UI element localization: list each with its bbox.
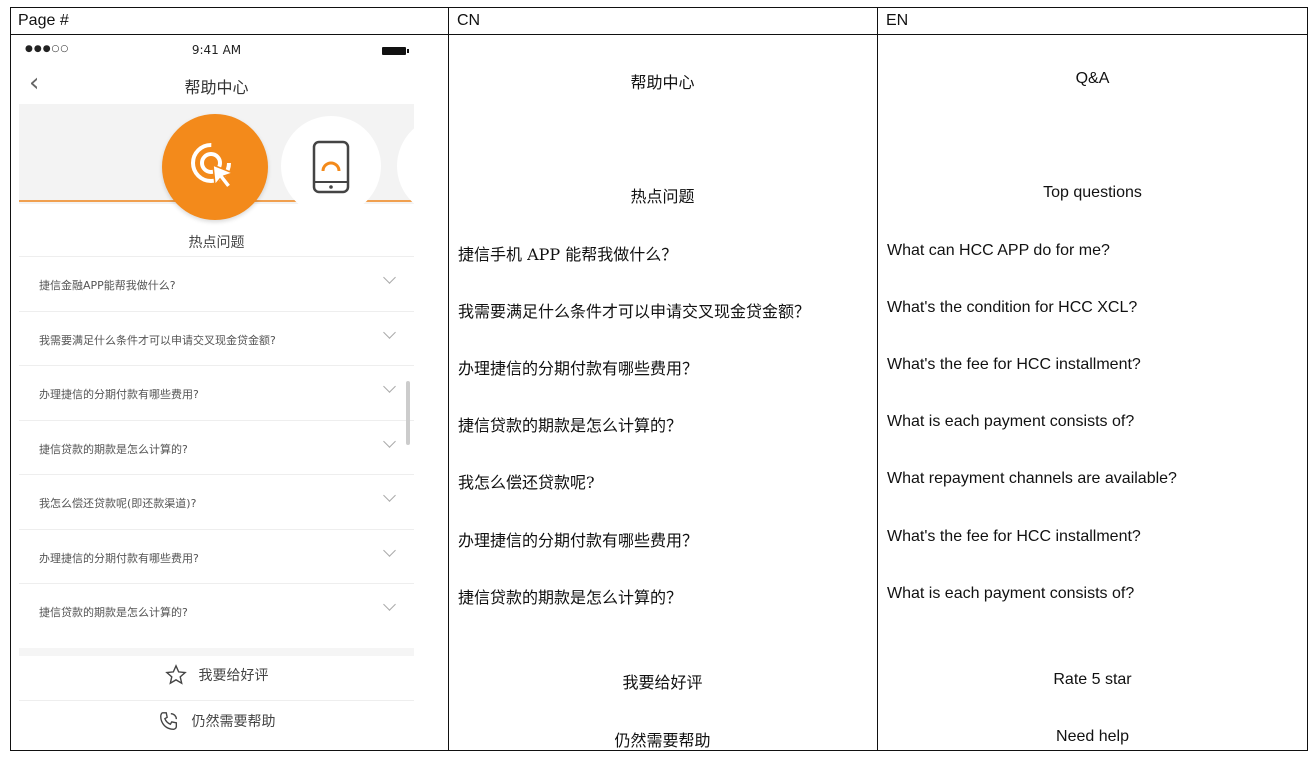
chevron-down-icon bbox=[383, 380, 396, 393]
status-bar: ●●●○○ 9:41 AM bbox=[19, 40, 414, 62]
en-question: What is each payment consists of? bbox=[887, 585, 1135, 602]
faq-question: 我需要满足什么条件才可以申请交叉现金贷金额? bbox=[39, 333, 276, 347]
star-icon bbox=[164, 664, 187, 685]
faq-item[interactable]: 我需要满足什么条件才可以申请交叉现金贷金额? bbox=[19, 310, 414, 366]
faq-question: 我怎么偿还贷款呢(即还款渠道)? bbox=[39, 497, 197, 510]
faq-item[interactable]: 捷信贷款的期款是怎么计算的? bbox=[19, 419, 414, 475]
footer-divider bbox=[19, 700, 414, 701]
category-app-button[interactable] bbox=[281, 116, 381, 216]
column-divider-1 bbox=[448, 7, 449, 751]
chevron-down-icon bbox=[383, 598, 396, 611]
faq-item[interactable]: 捷信贷款的期款是怎么计算的? bbox=[19, 583, 414, 638]
cn-question: 我需要满足什么条件才可以申请交叉现金贷金额？ bbox=[458, 302, 811, 321]
en-rate: Rate 5 star bbox=[1053, 671, 1132, 688]
phone-call-icon bbox=[159, 712, 177, 730]
column-divider-2 bbox=[877, 7, 878, 751]
category-hot-button[interactable] bbox=[162, 114, 268, 220]
footer-separator bbox=[19, 648, 414, 656]
section-title: 热点问题 bbox=[188, 235, 245, 251]
faq-list: 捷信金融APP能帮我做什么? 我需要满足什么条件才可以申请交叉现金贷金额? 办理… bbox=[19, 256, 414, 638]
en-question: What's the fee for HCC installment? bbox=[887, 528, 1141, 545]
chevron-down-icon bbox=[383, 271, 396, 284]
chevron-down-icon bbox=[383, 434, 396, 448]
help-label: 仍然需要帮助 bbox=[191, 714, 276, 730]
nav-bar: ‹ 帮助中心 bbox=[19, 62, 414, 104]
en-title: Q&A bbox=[1075, 70, 1110, 87]
faq-question: 办理捷信的分期付款有哪些费用? bbox=[39, 388, 199, 401]
cn-question: 办理捷信的分期付款有哪些费用？ bbox=[458, 531, 699, 550]
chevron-down-icon bbox=[383, 489, 396, 502]
help-button[interactable]: 仍然需要帮助 bbox=[19, 710, 414, 732]
phone-gauge-icon bbox=[312, 140, 350, 194]
cn-rate: 我要给好评 bbox=[622, 673, 703, 692]
en-help: Need help bbox=[1056, 728, 1129, 745]
battery-icon bbox=[382, 47, 409, 55]
faq-item[interactable]: 办理捷信的分期付款有哪些费用? bbox=[19, 365, 414, 420]
en-question: What can HCC APP do for me? bbox=[887, 242, 1110, 259]
faq-item[interactable]: 捷信金融APP能帮我做什么? bbox=[19, 256, 414, 311]
status-time: 9:41 AM bbox=[191, 43, 242, 57]
chevron-down-icon bbox=[383, 325, 396, 339]
chevron-down-icon bbox=[383, 543, 396, 557]
faq-question: 办理捷信的分期付款有哪些费用? bbox=[39, 551, 199, 565]
faq-item[interactable]: 办理捷信的分期付款有哪些费用? bbox=[19, 528, 414, 584]
faq-item[interactable]: 我怎么偿还贷款呢(即还款渠道)? bbox=[19, 474, 414, 529]
nav-title: 帮助中心 bbox=[184, 78, 249, 97]
cn-question: 捷信贷款的期款是怎么计算的？ bbox=[458, 588, 683, 607]
category-carousel[interactable] bbox=[19, 104, 414, 220]
cn-question: 办理捷信的分期付款有哪些费用？ bbox=[458, 359, 699, 378]
cn-help: 仍然需要帮助 bbox=[614, 731, 711, 750]
header-divider bbox=[10, 34, 1308, 35]
en-question: What is each payment consists of? bbox=[887, 413, 1135, 430]
cn-title: 帮助中心 bbox=[630, 73, 695, 92]
faq-question: 捷信贷款的期款是怎么计算的? bbox=[39, 606, 188, 619]
header-page: Page # bbox=[18, 12, 69, 29]
en-question: What's the condition for HCC XCL? bbox=[887, 299, 1138, 316]
rate-button[interactable]: 我要给好评 bbox=[19, 664, 414, 686]
scrollbar[interactable] bbox=[406, 381, 410, 445]
en-question: What's the fee for HCC installment? bbox=[887, 356, 1141, 373]
header-cn: CN bbox=[457, 12, 481, 29]
cn-question: 捷信手机 APP 能帮我做什么？ bbox=[458, 245, 678, 264]
cn-question: 捷信贷款的期款是怎么计算的？ bbox=[458, 416, 683, 435]
en-section: Top questions bbox=[1043, 184, 1142, 201]
faq-question: 捷信贷款的期款是怎么计算的? bbox=[39, 442, 188, 456]
tap-icon bbox=[191, 143, 236, 190]
rate-label: 我要给好评 bbox=[198, 668, 269, 684]
en-question: What repayment channels are available? bbox=[887, 470, 1177, 487]
cn-question: 我怎么偿还贷款呢? bbox=[458, 473, 595, 492]
faq-question: 捷信金融APP能帮我做什么? bbox=[39, 279, 176, 292]
cn-section: 热点问题 bbox=[630, 187, 695, 206]
header-en: EN bbox=[886, 12, 909, 29]
phone-mockup: ●●●○○ 9:41 AM ‹ 帮助中心 热点问题 捷信金融APP能帮我做什么?… bbox=[19, 40, 414, 748]
